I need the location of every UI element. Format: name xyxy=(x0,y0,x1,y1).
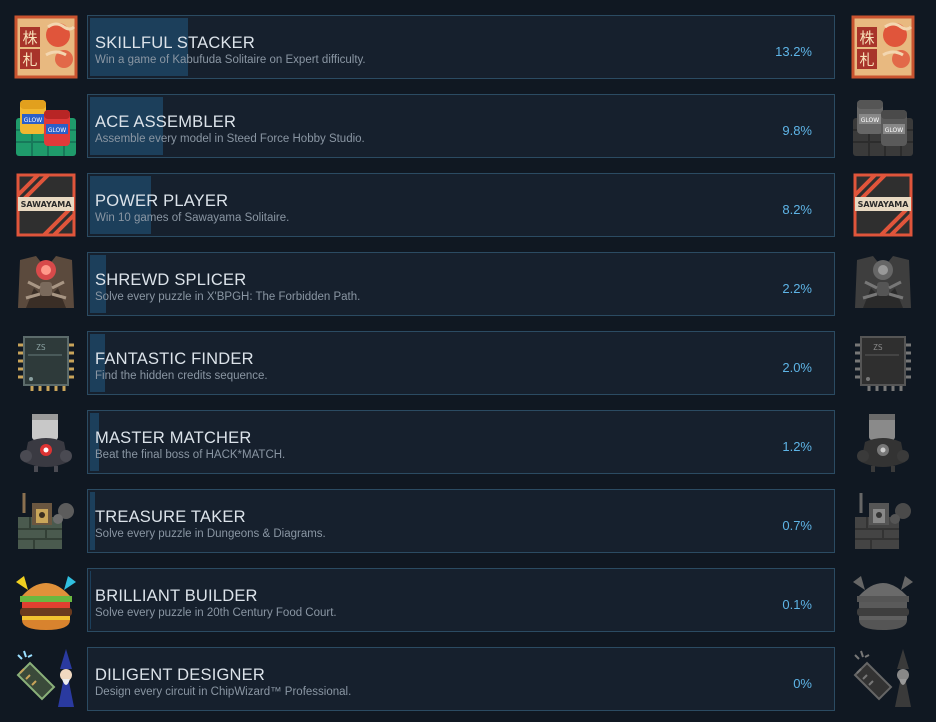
unlock-percent: 9.8% xyxy=(782,123,812,138)
achievement-description: Beat the final boss of HACK*MATCH. xyxy=(95,449,286,461)
achievement-title: SKILLFUL STACKER xyxy=(95,34,255,52)
burger-locked-icon xyxy=(851,568,915,632)
unlock-percent: 1.2% xyxy=(782,439,812,454)
achievement-row[interactable]: 株 札 SKILLFUL STACKER Win a game of Kabufu… xyxy=(0,15,936,79)
achievement-row[interactable]: MASTER MATCHER Beat the final boss of HAC… xyxy=(0,410,936,474)
unlock-percent: 8.2% xyxy=(782,202,812,217)
achievement-card[interactable]: ACE ASSEMBLER Assemble every model in Ste… xyxy=(87,94,835,158)
svg-text:GLOW: GLOW xyxy=(24,117,43,124)
achievement-list: 株 札 SKILLFUL STACKER Win a game of Kabufu… xyxy=(0,0,936,722)
achievement-row[interactable]: DILIGENT DESIGNER Design every circuit in… xyxy=(0,647,936,711)
svg-text:GLOW: GLOW xyxy=(861,117,880,124)
svg-text:SAWAYAMA: SAWAYAMA xyxy=(21,200,73,209)
kabufuda-card-locked-icon: 株 札 xyxy=(851,15,915,79)
achievement-description: Win 10 games of Sawayama Solitaire. xyxy=(95,212,290,224)
unlock-percent: 0.7% xyxy=(782,518,812,533)
achievement-card[interactable]: DILIGENT DESIGNER Design every circuit in… xyxy=(87,647,835,711)
achievement-card[interactable]: BRILLIANT BUILDER Solve every puzzle in 2… xyxy=(87,568,835,632)
achievement-title: MASTER MATCHER xyxy=(95,429,252,447)
achievement-row[interactable]: GLOW GLOW ACE ASSEMBLER Assemble every mo… xyxy=(0,94,936,158)
bug-creature-icon xyxy=(14,252,78,316)
achievement-description: Assemble every model in Steed Force Hobb… xyxy=(95,133,365,145)
achievement-description: Design every circuit in ChipWizard™ Prof… xyxy=(95,686,352,698)
progress-fill xyxy=(90,571,91,629)
achievement-row[interactable]: SHREWD SPLICER Solve every puzzle in X'BP… xyxy=(0,252,936,316)
achievement-card[interactable]: SHREWD SPLICER Solve every puzzle in X'BP… xyxy=(87,252,835,316)
svg-text:札: 札 xyxy=(22,51,37,69)
svg-text:GLOW: GLOW xyxy=(885,127,904,134)
achievement-card[interactable]: MASTER MATCHER Beat the final boss of HAC… xyxy=(87,410,835,474)
achievement-description: Solve every puzzle in X'BPGH: The Forbid… xyxy=(95,291,361,303)
achievement-row[interactable]: BRILLIANT BUILDER Solve every puzzle in 2… xyxy=(0,568,936,632)
achievement-description: Find the hidden credits sequence. xyxy=(95,370,268,382)
svg-text:ZS: ZS xyxy=(36,343,46,352)
svg-text:GLOW: GLOW xyxy=(48,127,67,134)
achievement-title: SHREWD SPLICER xyxy=(95,271,247,289)
sawayama-card-locked-icon: SAWAYAMA xyxy=(851,173,915,237)
unlock-percent: 2.0% xyxy=(782,360,812,375)
achievement-row[interactable]: ZS FANTASTIC FINDER Find the hidden credi… xyxy=(0,331,936,395)
achievement-description: Solve every puzzle in 20th Century Food … xyxy=(95,607,337,619)
bug-creature-locked-icon xyxy=(851,252,915,316)
microchip-icon: ZS xyxy=(14,331,78,395)
achievement-row[interactable]: SAWAYAMA POWER PLAYER Win 10 games of Saw… xyxy=(0,173,936,237)
achievement-description: Solve every puzzle in Dungeons & Diagram… xyxy=(95,528,326,540)
sawayama-card-icon: SAWAYAMA xyxy=(14,173,78,237)
burger-icon xyxy=(14,568,78,632)
svg-text:ZS: ZS xyxy=(873,343,883,352)
achievement-description: Win a game of Kabufuda Solitaire on Expe… xyxy=(95,54,366,66)
unlock-percent: 0% xyxy=(793,676,812,691)
robot-boss-locked-icon xyxy=(851,410,915,474)
achievement-card[interactable]: POWER PLAYER Win 10 games of Sawayama Sol… xyxy=(87,173,835,237)
dungeon-locked-icon xyxy=(851,489,915,553)
microchip-locked-icon: ZS xyxy=(851,331,915,395)
paint-pots-icon: GLOW GLOW xyxy=(14,94,78,158)
robot-boss-icon xyxy=(14,410,78,474)
unlock-percent: 2.2% xyxy=(782,281,812,296)
achievement-card[interactable]: SKILLFUL STACKER Win a game of Kabufuda S… xyxy=(87,15,835,79)
achievement-card[interactable]: TREASURE TAKER Solve every puzzle in Dung… xyxy=(87,489,835,553)
svg-text:株: 株 xyxy=(859,29,874,47)
kabufuda-card-icon: 株 札 xyxy=(14,15,78,79)
unlock-percent: 0.1% xyxy=(782,597,812,612)
achievement-title: DILIGENT DESIGNER xyxy=(95,666,265,684)
achievement-title: BRILLIANT BUILDER xyxy=(95,587,258,605)
unlock-percent: 13.2% xyxy=(775,44,812,59)
paint-pots-locked-icon: GLOW GLOW xyxy=(851,94,915,158)
svg-text:株: 株 xyxy=(22,29,37,47)
achievement-row[interactable]: TREASURE TAKER Solve every puzzle in Dung… xyxy=(0,489,936,553)
achievement-title: POWER PLAYER xyxy=(95,192,229,210)
chip-wizard-locked-icon xyxy=(851,647,915,711)
dungeon-icon xyxy=(14,489,78,553)
achievement-title: ACE ASSEMBLER xyxy=(95,113,237,131)
achievement-title: TREASURE TAKER xyxy=(95,508,246,526)
achievement-title: FANTASTIC FINDER xyxy=(95,350,254,368)
svg-text:SAWAYAMA: SAWAYAMA xyxy=(858,200,910,209)
achievement-card[interactable]: FANTASTIC FINDER Find the hidden credits … xyxy=(87,331,835,395)
chip-wizard-icon xyxy=(14,647,78,711)
svg-text:札: 札 xyxy=(859,51,874,69)
